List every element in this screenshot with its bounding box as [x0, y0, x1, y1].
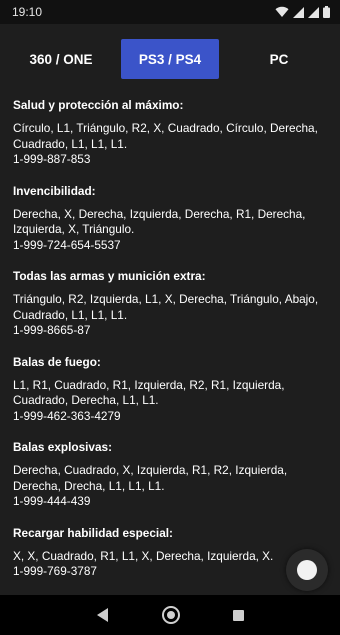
cheat-entry: Invencibilidad: Derecha, X, Derecha, Izq…: [13, 184, 331, 254]
tab-label: PC: [269, 51, 289, 67]
floating-action-button[interactable]: [286, 549, 328, 591]
cheat-phone: 1-999-887-853: [13, 152, 91, 166]
cheat-title: Recargar habilidad especial:: [13, 525, 173, 540]
signal-icon: [293, 6, 304, 18]
home-icon[interactable]: [161, 606, 180, 624]
cheat-code: Triángulo, R2, Izquierda, L1, X, Derecha…: [13, 292, 319, 322]
wifi-icon: [275, 6, 289, 18]
cheat-title: Invencibilidad:: [13, 183, 96, 198]
cheat-title: Balas de fuego:: [13, 354, 101, 369]
recents-icon[interactable]: [232, 609, 244, 621]
tab-pc[interactable]: PC: [230, 39, 328, 79]
tab-label: 360 / ONE: [29, 51, 93, 67]
cheat-phone: 1-999-724-654-5537: [13, 237, 121, 252]
tab-360-one[interactable]: 360 / ONE: [12, 39, 110, 79]
cheat-entry: Salud y protección al máximo: Círculo, L…: [13, 98, 331, 168]
cheat-code: Derecha, Cuadrado, X, Izquierda, R1, R2,…: [13, 463, 288, 493]
cheat-code: Círculo, L1, Triángulo, R2, X, Cuadrado,…: [13, 121, 318, 151]
cheat-title: Salud y protección al máximo:: [13, 98, 184, 112]
cheat-code: L1, R1, Cuadrado, R1, Izquierda, R2, R1,…: [13, 377, 285, 408]
signal-icon: [308, 6, 319, 18]
tab-label: PS3 / PS4: [138, 51, 202, 67]
back-icon[interactable]: [96, 608, 109, 622]
cheat-phone: 1-999-462-363-4279: [13, 408, 121, 423]
cheat-list[interactable]: Salud y protección al máximo: Círculo, L…: [13, 98, 331, 590]
cheat-entry: Todas las armas y munición extra: Triáng…: [13, 269, 331, 339]
status-icons: [275, 6, 330, 18]
cheat-title: Balas explosivas:: [13, 440, 113, 454]
tab-ps3-ps4[interactable]: PS3 / PS4: [121, 39, 219, 79]
status-bar: 19:10: [0, 0, 340, 24]
cheat-entry: Recargar habilidad especial: X, X, Cuadr…: [13, 526, 331, 580]
cheat-title: Todas las armas y munición extra:: [13, 269, 206, 283]
battery-icon: [323, 6, 330, 18]
navigation-bar: [0, 595, 340, 635]
cheat-code: X, X, Cuadrado, R1, L1, X, Derecha, Izqu…: [13, 548, 274, 563]
cheat-entry: Balas explosivas: Derecha, Cuadrado, X, …: [13, 440, 331, 510]
cheat-code: Derecha, X, Derecha, Izquierda, Derecha,…: [13, 206, 306, 237]
platform-tabs: 360 / ONE PS3 / PS4 PC: [0, 24, 340, 94]
cheat-phone: 1-999-8665-87: [13, 323, 91, 337]
status-time: 19:10: [12, 5, 43, 19]
cheat-phone: 1-999-444-439: [13, 494, 91, 508]
cheat-phone: 1-999-769-3787: [13, 564, 97, 578]
cheat-entry: Balas de fuego: L1, R1, Cuadrado, R1, Iz…: [13, 355, 331, 425]
dot-icon: [297, 560, 317, 580]
